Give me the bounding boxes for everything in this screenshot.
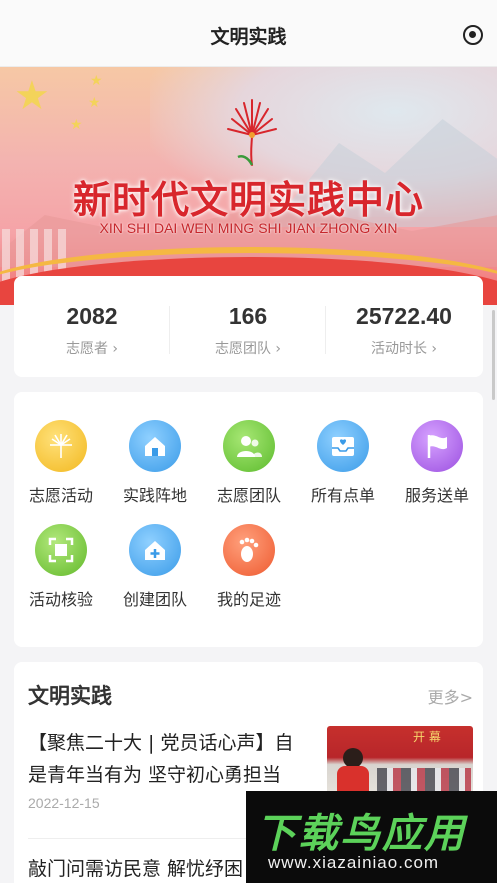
star-icon: ★ <box>14 73 50 119</box>
stat-value: 2082 <box>66 303 118 329</box>
footprint-icon <box>223 524 275 576</box>
menu-item-label: 实践阵地 <box>122 486 187 505</box>
menu-item-label: 创建团队 <box>122 590 187 609</box>
team-icon <box>223 420 275 472</box>
menu-item-practice-base[interactable]: 实践阵地 <box>108 420 202 520</box>
menu-item-create-team[interactable]: 创建团队 <box>108 524 202 624</box>
watermark-url: www.xiazainiao.com <box>268 853 440 872</box>
stat-label: 志愿者 › <box>65 341 119 357</box>
menu-item-service-order[interactable]: 服务送单 <box>390 420 484 520</box>
menu-item-my-footprint[interactable]: 我的足迹 <box>202 524 296 624</box>
stat-value: 166 <box>228 303 268 329</box>
star-icon: ★ <box>70 117 83 133</box>
scrollbar[interactable] <box>492 310 495 400</box>
menu-item-all-orders[interactable]: 所有点单 <box>296 420 390 520</box>
watermark: 下载鸟应用 www.xiazainiao.com <box>246 791 497 883</box>
function-menu: 志愿活动 实践阵地 志愿团队 所有点单 服务送单 活动核验 创建团队 我的足迹 <box>14 392 483 647</box>
banner-headline: 新时代文明实践中心 <box>72 177 424 222</box>
hero-banner: ★ ★ ★ ★ 新时代文明实践中心 XIN SHI DAI WEN MING S… <box>0 67 497 305</box>
stat-hours[interactable]: 25722.40 活动时长 › <box>326 276 482 377</box>
scan-icon <box>35 524 87 576</box>
banner-pinyin: XIN SHI DAI WEN MING SHI JIAN ZHONG XIN <box>99 220 398 236</box>
flag-icon <box>411 420 463 472</box>
stat-label: 活动时长 › <box>370 341 438 357</box>
more-link[interactable]: 更多> <box>428 684 473 708</box>
stat-teams[interactable]: 166 志愿团队 › <box>170 276 326 377</box>
star-icon: ★ <box>88 95 101 111</box>
menu-item-label: 活动核验 <box>28 590 93 609</box>
target-icon[interactable] <box>463 25 483 45</box>
menu-item-volunteer-activity[interactable]: 志愿活动 <box>14 420 108 520</box>
thumbnail-caption: 开 幕 <box>413 730 441 744</box>
news-item-title[interactable]: 【聚焦二十大 | 党员话心声】自是青年当有为 坚守初心勇担当 <box>28 727 312 791</box>
dandelion-emblem-icon <box>227 99 277 166</box>
menu-item-volunteer-team[interactable]: 志愿团队 <box>202 420 296 520</box>
stat-volunteers[interactable]: 2082 志愿者 › <box>14 276 170 377</box>
menu-item-label: 所有点单 <box>310 486 375 505</box>
news-item-date: 2022-12-15 <box>28 795 100 811</box>
menu-item-label: 我的足迹 <box>216 590 281 609</box>
news-item-title[interactable]: 敲门问需访民意 解忧纾困 <box>28 854 243 881</box>
stat-value: 25722.40 <box>356 303 452 329</box>
menu-item-label: 志愿活动 <box>28 486 93 505</box>
star-icon: ★ <box>90 73 103 89</box>
watermark-brand: 下载鸟应用 <box>256 811 466 857</box>
menu-item-label: 服务送单 <box>404 486 469 505</box>
stats-card: 2082 志愿者 › 166 志愿团队 › 25722.40 活动时长 › <box>14 276 483 377</box>
stat-label: 志愿团队 › <box>214 341 282 357</box>
inbox-heart-icon <box>317 420 369 472</box>
dandelion-icon <box>35 420 87 472</box>
top-navigation-bar: 文明实践 <box>0 0 497 67</box>
menu-item-label: 志愿团队 <box>216 486 281 505</box>
page-title: 文明实践 <box>210 26 287 48</box>
home-icon <box>129 420 181 472</box>
section-heading: 文明实践 <box>28 684 112 708</box>
menu-item-activity-verify[interactable]: 活动核验 <box>14 524 108 624</box>
news-item-thumbnail[interactable]: 开 幕 <box>327 726 473 796</box>
home-plus-icon <box>129 524 181 576</box>
